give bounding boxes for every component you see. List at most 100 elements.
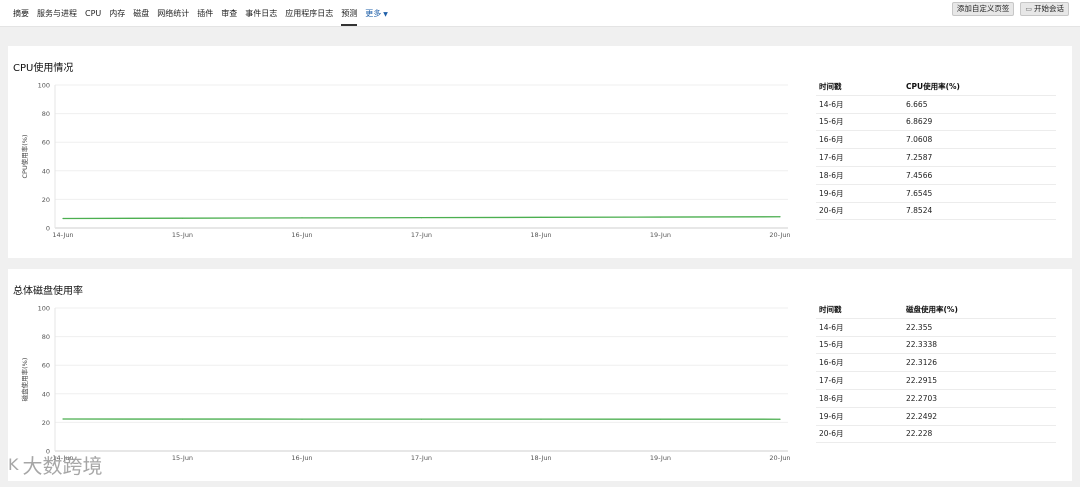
- data-point: [181, 217, 184, 219]
- tab-memory[interactable]: 内存: [109, 0, 125, 27]
- cell-timestamp: 20-6月: [819, 429, 844, 439]
- x-tick-label: 17-Jun: [411, 231, 432, 239]
- cell-timestamp: 17-6月: [819, 153, 844, 163]
- table-row: 14-6月 6.665: [816, 96, 1056, 114]
- start-session-button[interactable]: ▭ 开始会话: [1020, 2, 1069, 16]
- data-point: [779, 418, 781, 420]
- data-point: [779, 216, 781, 218]
- x-tick-label: 17-Jun: [411, 454, 432, 462]
- tab-disk[interactable]: 磁盘: [133, 0, 149, 27]
- data-point: [540, 418, 542, 420]
- header-cpu-usage: CPU使用率(%): [906, 81, 960, 91]
- cell-value: 22.228: [906, 429, 933, 439]
- tab-event-log[interactable]: 事件日志: [245, 0, 277, 27]
- data-point: [659, 418, 662, 420]
- cell-timestamp: 18-6月: [819, 393, 844, 403]
- data-point: [62, 217, 64, 220]
- disk-usage-chart: 0 20 40 60 80 100 磁盘使用率(%) 14-Jun 15-Jun 16-Jun 17…: [18, 297, 798, 467]
- x-tick-label: 14-Jun: [52, 231, 73, 239]
- table-header: 时间戳 磁盘使用率(%): [816, 301, 1056, 319]
- cell-timestamp: 18-6月: [819, 170, 844, 180]
- chat-icon: ▭: [1025, 5, 1032, 13]
- x-tick-label: 15-Jun: [172, 454, 193, 462]
- y-axis-label: 磁盘使用率(%): [20, 358, 29, 402]
- data-point: [420, 418, 423, 420]
- toolbar-actions: 添加自定义页签 ▭ 开始会话: [951, 2, 1069, 16]
- cell-value: 7.4566: [906, 170, 933, 180]
- cell-value: 7.6545: [906, 188, 933, 198]
- data-point: [301, 217, 303, 219]
- y-tick-label: 40: [42, 167, 50, 175]
- y-tick-label: 80: [42, 110, 50, 118]
- add-custom-tab-button[interactable]: 添加自定义页签: [951, 2, 1015, 16]
- table-row: 17-6月 22.2915: [816, 372, 1056, 390]
- cell-value: 22.355: [906, 322, 933, 332]
- cell-value: 22.2703: [906, 393, 938, 403]
- y-tick-label: 20: [42, 196, 50, 204]
- cell-timestamp: 16-6月: [819, 358, 844, 368]
- y-tick-label: 100: [38, 82, 50, 90]
- cell-value: 22.3126: [906, 358, 938, 368]
- data-point: [181, 418, 184, 420]
- cpu-usage-panel: CPU使用情况 0 20 40 60 80 100 CPU使用率(%) 14-Jun 15-Ju…: [8, 46, 1072, 258]
- cell-value: 6.8629: [906, 117, 933, 127]
- table-row: 19-6月 7.6545: [816, 185, 1056, 203]
- y-tick-label: 0: [46, 225, 50, 233]
- table-row: 17-6月 7.2587: [816, 149, 1056, 167]
- tab-plugins[interactable]: 插件: [197, 0, 213, 27]
- cell-timestamp: 17-6月: [819, 376, 844, 386]
- panel-title: CPU使用情况: [13, 63, 74, 74]
- table-row: 16-6月 22.3126: [816, 354, 1056, 373]
- x-tick-label: 20-Jun: [769, 231, 790, 239]
- cell-timestamp: 16-6月: [819, 135, 844, 145]
- x-tick-label: 19-Jun: [650, 454, 671, 462]
- cell-timestamp: 20-6月: [819, 206, 844, 216]
- cell-value: 22.3338: [906, 340, 938, 350]
- table-row: 19-6月 22.2492: [816, 408, 1056, 426]
- watermark-mark: K: [8, 455, 19, 474]
- y-tick-label: 80: [42, 333, 50, 341]
- x-tick-label: 16-Jun: [291, 454, 312, 462]
- header-disk-usage: 磁盘使用率(%): [906, 304, 958, 314]
- y-tick-label: 100: [38, 305, 50, 313]
- panel-title: 总体磁盘使用率: [13, 286, 83, 297]
- cell-timestamp: 19-6月: [819, 411, 844, 421]
- x-tick-label: 19-Jun: [650, 231, 671, 239]
- chevron-down-icon: ▼: [383, 11, 388, 18]
- table-row: 15-6月 22.3338: [816, 337, 1056, 355]
- cell-value: 7.0608: [906, 135, 933, 145]
- tab-summary[interactable]: 摘要: [13, 0, 29, 27]
- data-point: [540, 216, 542, 218]
- header-timestamp: 时间戳: [819, 81, 842, 91]
- tab-cpu[interactable]: CPU: [85, 0, 101, 27]
- cell-timestamp: 14-6月: [819, 99, 844, 109]
- tab-bar: 摘要 服务与进程 CPU 内存 磁盘 网络统计 插件 审查 事件日志 应用程序日…: [13, 0, 396, 27]
- x-tick-label: 16-Jun: [291, 231, 312, 239]
- cell-value: 7.8524: [906, 206, 933, 216]
- disk-forecast-table: 时间戳 磁盘使用率(%) 14-6月 22.355 15-6月 22.3338 16-6…: [816, 301, 1056, 444]
- tab-services-processes[interactable]: 服务与进程: [37, 0, 77, 27]
- cell-timestamp: 15-6月: [819, 117, 844, 127]
- tab-audit[interactable]: 审查: [221, 0, 237, 27]
- tab-more[interactable]: 更多 ▼: [365, 0, 388, 27]
- header-timestamp: 时间戳: [819, 304, 842, 314]
- tab-application-log[interactable]: 应用程序日志: [285, 0, 333, 27]
- table-row: 18-6月 22.2703: [816, 390, 1056, 408]
- watermark-text: 大数跨境: [22, 454, 103, 478]
- y-axis-label: CPU使用率(%): [20, 135, 29, 179]
- more-label: 更多: [365, 9, 382, 18]
- cell-value: 7.2587: [906, 153, 933, 163]
- x-tick-label: 18-Jun: [530, 454, 551, 462]
- cell-value: 6.665: [906, 99, 928, 109]
- add-custom-tab-label: 添加自定义页签: [956, 4, 1010, 13]
- y-tick-label: 60: [42, 362, 50, 370]
- cpu-forecast-table: 时间戳 CPU使用率(%) 14-6月 6.665 15-6月 6.8629 16-6月…: [816, 78, 1056, 221]
- watermark-logo: K 大数跨境: [8, 450, 103, 479]
- tab-network-stats[interactable]: 网络统计: [157, 0, 189, 27]
- cpu-usage-chart: 0 20 40 60 80 100 CPU使用率(%) 14-Jun 15-Jun 16-Jun 1…: [18, 74, 798, 244]
- data-point: [301, 418, 303, 420]
- tab-forecast[interactable]: 预测: [341, 0, 358, 27]
- table-header: 时间戳 CPU使用率(%): [816, 78, 1056, 96]
- disk-chart-svg: 020406080100磁盘使用率(%)14-Jun 15-Jun 16-Jun 17…: [20, 305, 791, 463]
- data-point: [659, 216, 662, 218]
